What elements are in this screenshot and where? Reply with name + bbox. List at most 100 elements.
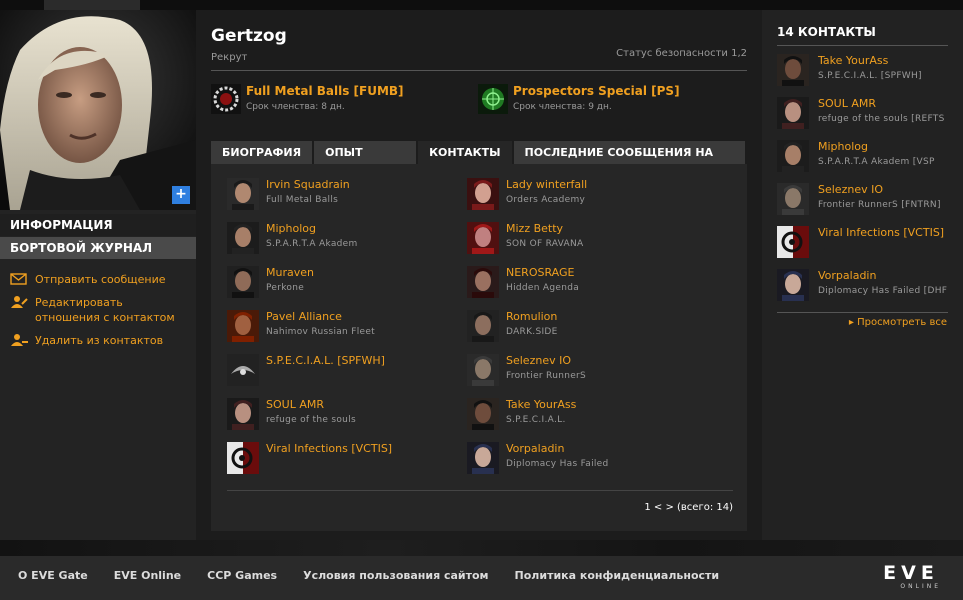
contact-item[interactable]: Viral Infections [VCTIS] <box>227 442 457 474</box>
contact-name-link[interactable]: Muraven <box>266 266 314 279</box>
contact-name-link[interactable]: Vorpaladin <box>818 269 876 282</box>
contact-corp: Orders Academy <box>506 195 586 205</box>
contact-corp: Diplomacy Has Failed <box>506 459 609 469</box>
corp-logo-ps <box>478 84 508 114</box>
footer-link-ccp-games[interactable]: CCP Games <box>207 569 277 582</box>
contact-avatar[interactable] <box>227 266 259 298</box>
contact-name-link[interactable]: NEROSRAGE <box>506 266 574 279</box>
contact-name-link[interactable]: Seleznev IO <box>506 354 571 367</box>
contact-name-link[interactable]: Seleznev IO <box>818 183 883 196</box>
tab-contacts[interactable]: КОНТАКТЫ <box>418 141 512 164</box>
corp-name-link[interactable]: Prospectors Special [PS] <box>513 84 680 98</box>
avatar-image <box>777 54 809 86</box>
remove-contact-icon <box>11 334 28 346</box>
divider <box>211 70 747 71</box>
edit-relations-link[interactable]: Редактировать отношения с контактом <box>10 295 180 325</box>
contact-name-link[interactable]: Take YourAss <box>506 398 576 411</box>
contact-name-link[interactable]: Vorpaladin <box>506 442 564 455</box>
contact-name-link[interactable]: Mipholog <box>266 222 316 235</box>
footer-link-terms[interactable]: Условия пользования сайтом <box>303 569 488 582</box>
footer-link-about[interactable]: О EVE Gate <box>18 569 88 582</box>
right-contact-item[interactable]: SOUL AMR refuge of the souls [REFTS <box>777 97 963 129</box>
contact-avatar[interactable] <box>777 54 809 86</box>
contact-item[interactable]: Take YourAss S.P.E.C.I.A.L. <box>467 398 697 430</box>
contact-item[interactable]: Mipholog S.P.A.R.T.A Akadem <box>227 222 457 254</box>
contact-item[interactable]: Irvin Squadrain Full Metal Balls <box>227 178 457 210</box>
footer-link-eve-online[interactable]: EVE Online <box>114 569 181 582</box>
view-all-link[interactable]: ▸ Просмотреть все <box>849 317 947 328</box>
contact-avatar[interactable] <box>777 269 809 301</box>
contact-avatar[interactable] <box>227 178 259 210</box>
contact-avatar[interactable] <box>227 442 259 474</box>
contact-item[interactable]: SOUL AMR refuge of the souls <box>227 398 457 430</box>
character-portrait: + <box>0 10 196 210</box>
contact-avatar[interactable] <box>467 222 499 254</box>
contact-name-link[interactable]: SOUL AMR <box>266 398 324 411</box>
contact-avatar[interactable] <box>777 226 809 258</box>
view-all-label: Просмотреть все <box>857 317 947 328</box>
contact-item[interactable]: Pavel Alliance Nahimov Russian Fleet <box>227 310 457 342</box>
contact-corp: S.P.E.C.I.A.L. <box>506 415 566 425</box>
avatar-image <box>227 266 259 298</box>
top-tab-highlight[interactable] <box>44 0 140 10</box>
contact-avatar[interactable] <box>777 97 809 129</box>
contact-name-link[interactable]: Pavel Alliance <box>266 310 342 323</box>
footer-banner <box>0 540 963 556</box>
contact-item[interactable]: Mizz Betty SON OF RAVANA <box>467 222 697 254</box>
contact-avatar[interactable] <box>467 178 499 210</box>
corp-membership: Срок членства: 8 дн. <box>246 102 345 112</box>
contact-name-link[interactable]: Mizz Betty <box>506 222 563 235</box>
nav-info[interactable]: ИНФОРМАЦИЯ <box>0 214 196 236</box>
right-contact-item[interactable]: Viral Infections [VCTIS] <box>777 226 963 258</box>
contact-item[interactable]: Vorpaladin Diplomacy Has Failed <box>467 442 697 474</box>
contact-avatar[interactable] <box>467 310 499 342</box>
contact-item[interactable]: S.P.E.C.I.A.L. [SPFWH] <box>227 354 457 386</box>
contact-name-link[interactable]: Take YourAss <box>818 54 888 67</box>
tab-experience[interactable]: ОПЫТ РАБОТЫ <box>314 141 417 182</box>
contact-avatar[interactable] <box>227 222 259 254</box>
contact-avatar[interactable] <box>227 310 259 342</box>
footer-link-privacy[interactable]: Политика конфиденциальности <box>515 569 720 582</box>
contact-name-link[interactable]: Romulion <box>506 310 557 323</box>
avatar-image <box>227 222 259 254</box>
right-contact-item[interactable]: Take YourAss S.P.E.C.I.A.L. [SPFWH] <box>777 54 963 86</box>
contact-name-link[interactable]: Lady winterfall <box>506 178 587 191</box>
contact-item[interactable]: NEROSRAGE Hidden Agenda <box>467 266 697 298</box>
send-message-link[interactable]: Отправить сообщение <box>10 272 166 287</box>
contact-avatar[interactable] <box>467 354 499 386</box>
contact-corp: S.P.E.C.I.A.L. [SPFWH] <box>818 71 922 81</box>
contact-avatar[interactable] <box>467 266 499 298</box>
add-contact-button[interactable]: + <box>172 186 190 204</box>
contact-item[interactable]: Seleznev IO Frontier RunnerS <box>467 354 697 386</box>
corp-name-link[interactable]: Full Metal Balls [FUMB] <box>246 84 404 98</box>
tab-biography[interactable]: БИОГРАФИЯ <box>211 141 313 164</box>
avatar-image <box>467 354 499 386</box>
contact-avatar[interactable] <box>777 183 809 215</box>
contact-item[interactable]: Muraven Perkone <box>227 266 457 298</box>
remove-contact-link[interactable]: Удалить из контактов <box>10 333 163 348</box>
contact-name-link[interactable]: Viral Infections [VCTIS] <box>266 442 392 455</box>
divider <box>777 312 948 313</box>
tab-forum-posts[interactable]: ПОСЛЕДНИЕ СООБЩЕНИЯ НА ФОРУМЕ <box>513 141 745 182</box>
contact-avatar[interactable] <box>227 354 259 386</box>
contact-avatar[interactable] <box>467 442 499 474</box>
contact-name-link[interactable]: Viral Infections [VCTIS] <box>818 226 944 239</box>
contact-name-link[interactable]: S.P.E.C.I.A.L. [SPFWH] <box>266 354 385 367</box>
contact-item[interactable]: Lady winterfall Orders Academy <box>467 178 697 210</box>
contact-name-link[interactable]: Irvin Squadrain <box>266 178 350 191</box>
right-contact-item[interactable]: Mipholog S.P.A.R.T.A Akadem [VSP <box>777 140 963 172</box>
contact-item[interactable]: Romulion DARK.SIDE <box>467 310 697 342</box>
contacts-count-title: 14 КОНТАКТЫ <box>777 25 876 39</box>
contact-name-link[interactable]: SOUL AMR <box>818 97 876 110</box>
contact-corp: Frontier RunnerS [FNTRN] <box>818 200 941 210</box>
contact-avatar[interactable] <box>777 140 809 172</box>
contact-corp: DARK.SIDE <box>506 327 558 337</box>
nav-logbook[interactable]: БОРТОВОЙ ЖУРНАЛ <box>0 237 196 259</box>
contact-avatar[interactable] <box>227 398 259 430</box>
pagination[interactable]: 1 < > (всего: 14) <box>644 502 733 513</box>
contact-name-link[interactable]: Mipholog <box>818 140 868 153</box>
right-contact-item[interactable]: Vorpaladin Diplomacy Has Failed [DHF <box>777 269 963 301</box>
contact-avatar[interactable] <box>467 398 499 430</box>
right-contact-item[interactable]: Seleznev IO Frontier RunnerS [FNTRN] <box>777 183 963 215</box>
eve-online-logo[interactable]: EVE ONLINE <box>881 564 941 591</box>
